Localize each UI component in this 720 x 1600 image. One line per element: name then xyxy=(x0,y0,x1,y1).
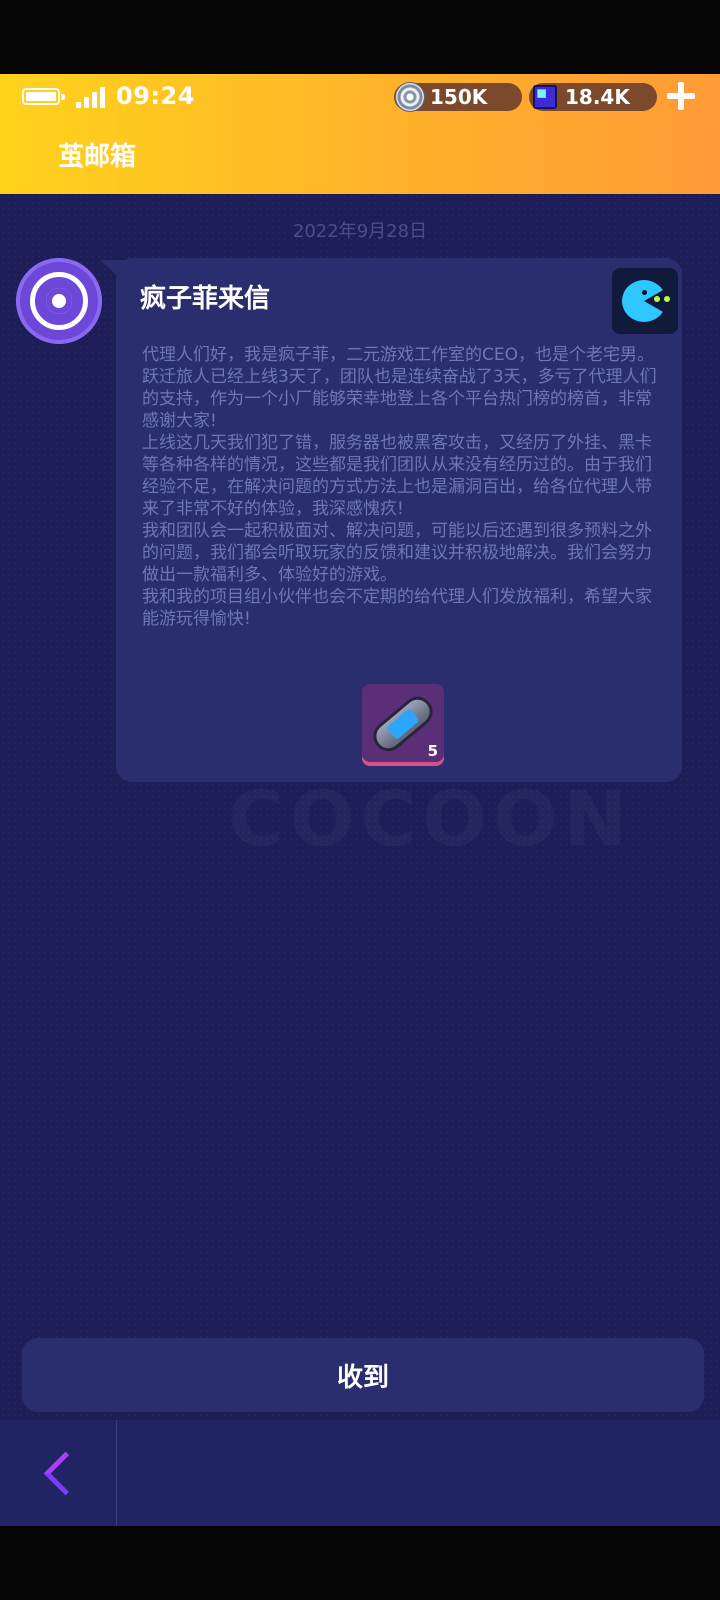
bottom-nav-bar xyxy=(0,1420,720,1526)
background-watermark: COCOON xyxy=(228,774,633,863)
message-card: 疯子菲来信 代理人们好，我是疯子菲，二元游戏工作室的CEO，也是个老宅男。 跃迁… xyxy=(116,258,682,782)
nav-divider xyxy=(116,1420,117,1526)
back-chevron-icon[interactable] xyxy=(30,1444,86,1500)
page-title: 茧邮箱 xyxy=(58,142,137,172)
status-time: 09:24 xyxy=(116,82,195,110)
header-bar: 09:24 150K 18.4K 茧邮箱 xyxy=(0,74,720,194)
coin-icon xyxy=(396,83,424,111)
attachment-item[interactable]: 5 xyxy=(362,684,444,766)
pacman-game-icon xyxy=(612,268,678,334)
gem-cube-icon xyxy=(533,85,557,109)
avatar-core xyxy=(46,288,72,314)
top-black-bar xyxy=(0,0,720,74)
coin-value: 150K xyxy=(430,85,488,109)
mailbox-screen: 09:24 150K 18.4K 茧邮箱 COCOON 2022年9月28日 疯… xyxy=(0,74,720,1526)
message-body: 代理人们好，我是疯子菲，二元游戏工作室的CEO，也是个老宅男。 跃迁旅人已经上线… xyxy=(142,345,657,629)
signal-icon xyxy=(76,86,108,108)
add-currency-plus-icon[interactable] xyxy=(663,78,699,114)
gem-value: 18.4K xyxy=(565,85,630,109)
capsule-item-icon xyxy=(371,694,435,754)
gem-counter[interactable]: 18.4K xyxy=(529,83,657,111)
receive-button[interactable]: 收到 xyxy=(22,1338,704,1412)
message-date: 2022年9月28日 xyxy=(292,221,428,242)
attachment-quantity: 5 xyxy=(427,742,438,760)
bottom-black-bar xyxy=(0,1526,720,1600)
sender-avatar[interactable] xyxy=(16,258,102,344)
coin-counter[interactable]: 150K xyxy=(394,83,522,111)
message-title: 疯子菲来信 xyxy=(140,284,271,314)
battery-icon xyxy=(22,88,65,105)
